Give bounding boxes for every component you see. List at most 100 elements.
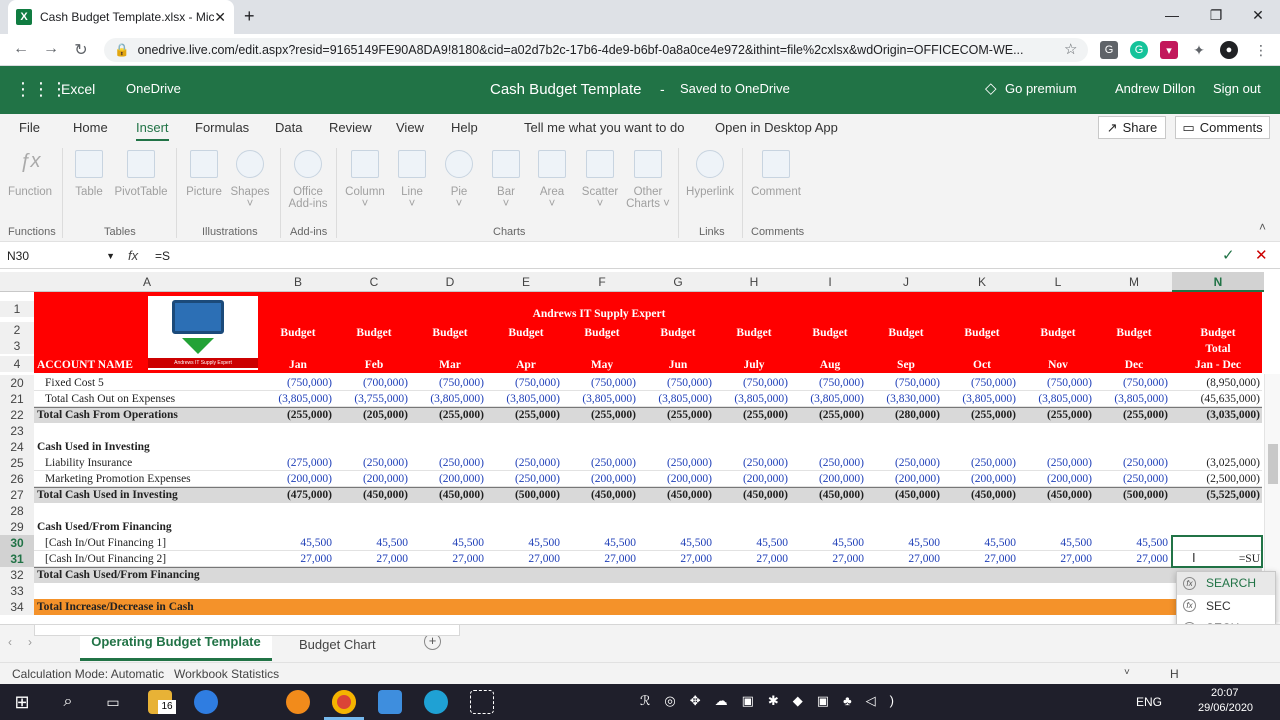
close-window-icon[interactable]: ✕: [1236, 0, 1280, 30]
status-help[interactable]: H: [1170, 667, 1179, 681]
value-cell[interactable]: (750,000): [944, 375, 1016, 391]
app-icon-teal[interactable]: [378, 690, 402, 714]
value-cell[interactable]: (255,000): [792, 407, 864, 423]
row-header[interactable]: 33: [0, 583, 34, 599]
row-header[interactable]: 32: [0, 567, 34, 583]
value-cell[interactable]: (3,805,000): [488, 391, 560, 407]
extension-pocket-icon[interactable]: ▾: [1160, 41, 1178, 59]
row-label[interactable]: Total Cash From Operations: [37, 407, 257, 423]
forward-icon[interactable]: →: [40, 40, 62, 58]
autocomplete-item-search[interactable]: fx SEARCH: [1177, 572, 1275, 595]
clock-date[interactable]: 29/06/2020: [1198, 702, 1253, 714]
value-cell[interactable]: (250,000): [1020, 455, 1092, 471]
value-cell[interactable]: (250,000): [412, 455, 484, 471]
value-cell[interactable]: 45,500: [944, 535, 1016, 551]
value-cell[interactable]: (450,000): [564, 487, 636, 503]
value-cell[interactable]: (255,000): [640, 407, 712, 423]
row-label[interactable]: Total Cash Used/From Financing: [37, 567, 257, 583]
tab-data[interactable]: Data: [275, 120, 302, 135]
row-label[interactable]: [Cash In/Out Financing 2]: [45, 551, 265, 567]
collapse-ribbon-icon[interactable]: ˄: [1259, 220, 1266, 234]
value-cell[interactable]: 45,500: [260, 535, 332, 551]
value-cell[interactable]: 27,000: [412, 551, 484, 567]
tab-review[interactable]: Review: [329, 120, 372, 135]
value-cell[interactable]: 27,000: [260, 551, 332, 567]
value-cell[interactable]: (750,000): [868, 375, 940, 391]
value-cell[interactable]: 27,000: [868, 551, 940, 567]
value-cell[interactable]: (450,000): [716, 487, 788, 503]
value-cell[interactable]: 45,500: [792, 535, 864, 551]
browser-menu-icon[interactable]: ⋮: [1252, 41, 1270, 59]
spreadsheet-grid[interactable]: ABCDEFGHIJKLMN 1234 Andrews IT Supply Ex…: [0, 272, 1264, 622]
comment-button[interactable]: Comment: [746, 150, 806, 198]
value-cell[interactable]: 45,500: [640, 535, 712, 551]
row-header[interactable]: 28: [0, 503, 34, 519]
column-header-l[interactable]: L: [1020, 272, 1096, 292]
app-name[interactable]: Excel: [61, 81, 95, 97]
tab-formulas[interactable]: Formulas: [195, 120, 249, 135]
value-cell[interactable]: (255,000): [260, 407, 332, 423]
value-cell[interactable]: (3,830,000): [868, 391, 940, 407]
value-cell[interactable]: (3,805,000): [412, 391, 484, 407]
value-cell[interactable]: (450,000): [868, 487, 940, 503]
value-cell[interactable]: (255,000): [488, 407, 560, 423]
value-cell[interactable]: (3,805,000): [260, 391, 332, 407]
value-cell[interactable]: (3,805,000): [944, 391, 1016, 407]
value-cell[interactable]: 27,000: [640, 551, 712, 567]
value-cell[interactable]: (750,000): [564, 375, 636, 391]
row-label[interactable]: Marketing Promotion Expenses: [45, 471, 265, 487]
sheet-tab-budget-chart[interactable]: Budget Chart: [299, 637, 376, 652]
value-cell[interactable]: (250,000): [716, 455, 788, 471]
value-cell[interactable]: (255,000): [1096, 407, 1168, 423]
column-header-m[interactable]: M: [1096, 272, 1172, 292]
tray-icons[interactable]: ℛ◎✥☁▣✱◆▣♣◁): [640, 693, 908, 709]
browser-tab[interactable]: X Cash Budget Template.xlsx - Mic ✕: [8, 0, 234, 34]
value-cell[interactable]: 45,500: [412, 535, 484, 551]
profile-avatar[interactable]: ●: [1220, 41, 1238, 59]
app-launcher-icon[interactable]: ⋮⋮⋮: [14, 79, 68, 100]
value-cell[interactable]: (3,805,000): [792, 391, 864, 407]
row-header[interactable]: 3: [0, 338, 34, 354]
column-header-k[interactable]: K: [944, 272, 1020, 292]
value-cell[interactable]: (700,000): [336, 375, 408, 391]
value-cell[interactable]: (3,805,000): [716, 391, 788, 407]
column-header-d[interactable]: D: [412, 272, 488, 292]
value-cell[interactable]: (3,035,000): [1172, 407, 1260, 423]
scroll-thumb[interactable]: [1268, 444, 1278, 484]
bookmark-star-icon[interactable]: ☆: [1064, 40, 1077, 58]
snipping-icon[interactable]: [470, 690, 494, 714]
other-charts-button[interactable]: Other Charts ˅: [618, 150, 678, 210]
value-cell[interactable]: (3,805,000): [1020, 391, 1092, 407]
value-cell[interactable]: (450,000): [640, 487, 712, 503]
value-cell[interactable]: 27,000: [792, 551, 864, 567]
value-cell[interactable]: (255,000): [716, 407, 788, 423]
value-cell[interactable]: (200,000): [412, 471, 484, 487]
maximize-icon[interactable]: ❐: [1194, 0, 1238, 30]
value-cell[interactable]: (750,000): [1096, 375, 1168, 391]
column-header-j[interactable]: J: [868, 272, 944, 292]
row-header[interactable]: 34: [0, 599, 34, 615]
tab-help[interactable]: Help: [451, 120, 478, 135]
value-cell[interactable]: (500,000): [1096, 487, 1168, 503]
workbook-stats[interactable]: Workbook Statistics: [174, 667, 279, 681]
value-cell[interactable]: (3,755,000): [336, 391, 408, 407]
column-header-n[interactable]: N: [1172, 272, 1264, 292]
selected-cell-n30[interactable]: [1171, 535, 1263, 568]
value-cell[interactable]: (450,000): [412, 487, 484, 503]
value-cell[interactable]: (200,000): [336, 471, 408, 487]
value-cell[interactable]: (250,000): [1096, 471, 1168, 487]
row-header[interactable]: 24: [0, 439, 34, 455]
enter-check-icon[interactable]: ✓: [1222, 246, 1235, 264]
back-icon[interactable]: ←: [10, 40, 32, 58]
value-cell[interactable]: (255,000): [944, 407, 1016, 423]
comments-button[interactable]: ▭ Comments: [1175, 116, 1270, 139]
name-box[interactable]: N30 ▼: [4, 246, 118, 266]
column-header-a[interactable]: A: [34, 272, 260, 292]
row-header[interactable]: 2: [0, 322, 34, 338]
new-tab-icon[interactable]: +: [244, 6, 255, 27]
value-cell[interactable]: (205,000): [336, 407, 408, 423]
column-header-f[interactable]: F: [564, 272, 640, 292]
value-cell[interactable]: (450,000): [1020, 487, 1092, 503]
language-indicator[interactable]: ENG: [1136, 695, 1162, 709]
value-cell[interactable]: 45,500: [868, 535, 940, 551]
